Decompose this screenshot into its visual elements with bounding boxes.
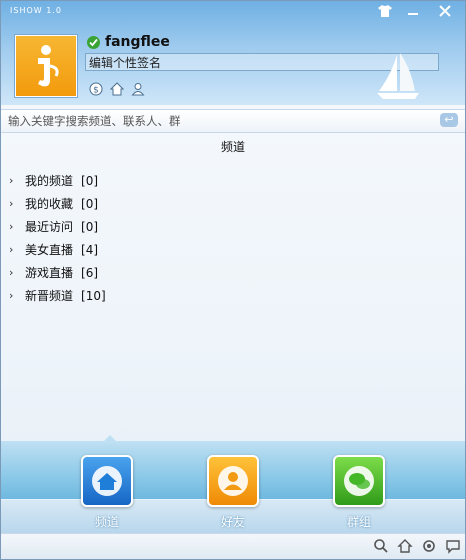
tab-friends[interactable]: 好友 [207,455,259,530]
channel-group-recent[interactable]: › 最近访问 [0] [9,215,106,238]
chevron-right-icon: › [9,220,14,233]
svg-text:$: $ [93,86,99,96]
home-icon [81,455,133,507]
chevron-right-icon: › [9,174,14,187]
channel-group-beauty-live[interactable]: › 美女直播 [4] [9,238,106,261]
search-submit-icon[interactable]: ↩ [440,113,458,127]
header: ISHOW 1.0 fangflee 编辑个性签名 $ [1,1,465,105]
chevron-right-icon: › [9,266,14,279]
channel-group-new[interactable]: › 新晋频道 [10] [9,284,106,307]
username: fangflee [105,34,170,50]
friend-icon [207,455,259,507]
coin-icon[interactable]: $ [89,81,103,96]
channel-group-game-live[interactable]: › 游戏直播 [6] [9,261,106,284]
search-icon[interactable] [373,538,389,554]
group-chat-icon [333,455,385,507]
chevron-right-icon: › [9,197,14,210]
sailboat-decoration [377,53,419,99]
tab-channels[interactable]: 频道 [81,455,133,530]
shirt-icon[interactable] [373,3,397,23]
chevron-right-icon: › [9,243,14,256]
search-input[interactable]: 输入关键字搜索频道、联系人、群 [8,113,181,129]
channel-list: › 我的频道 [0] › 我的收藏 [0] › 最近访问 [0] › 美女直播 [4] › 游戏直… [9,169,106,307]
chevron-right-icon: › [9,289,14,302]
settings-icon[interactable] [421,538,437,554]
minimize-icon[interactable] [401,3,425,23]
user-profile-icon[interactable] [131,81,145,96]
chat-icon[interactable] [445,538,461,554]
tab-groups[interactable]: 群组 [333,455,385,530]
channel-group-favorites[interactable]: › 我的收藏 [0] [9,192,106,215]
home-space-icon[interactable] [109,81,125,96]
ishow-window: ISHOW 1.0 fangflee 编辑个性签名 $ 输入关键字搜索频道、联系… [0,0,466,560]
avatar[interactable] [15,35,77,97]
search-bar[interactable]: 输入关键字搜索频道、联系人、群 ↩ [1,109,465,133]
home-icon[interactable] [397,538,413,554]
active-tab-indicator [102,435,118,443]
bottom-toolbar [1,533,465,559]
window-title: ISHOW 1.0 [10,6,62,15]
close-icon[interactable] [433,3,457,23]
channels-heading: 频道 [220,140,245,154]
channel-group-mine[interactable]: › 我的频道 [0] [9,169,106,192]
online-status-icon [87,36,100,49]
